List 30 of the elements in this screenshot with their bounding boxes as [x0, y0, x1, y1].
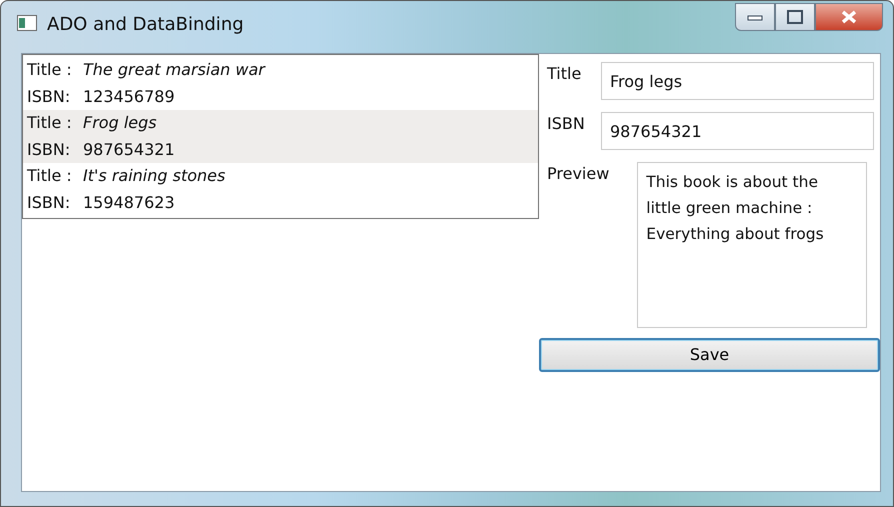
preview-field[interactable]: This book is about the little green machine : Everything about frogs — [637, 162, 868, 328]
list-item[interactable]: Title : It's raining stones ISBN: 159487623 — [23, 163, 538, 216]
close-icon — [840, 10, 858, 24]
field-label: ISBN: — [27, 86, 72, 108]
field-label: Title : — [27, 59, 73, 81]
book-isbn: 159487623 — [83, 192, 175, 212]
field-label: Title : — [27, 165, 73, 187]
field-label: ISBN: — [27, 138, 72, 160]
field-label: ISBN — [547, 113, 586, 135]
list-item[interactable]: Title : The great marsian war ISBN: 123456789 — [23, 57, 538, 110]
field-label: Preview — [547, 163, 610, 185]
maximize-button[interactable] — [775, 3, 815, 31]
isbn-field[interactable]: 987654321 — [601, 112, 874, 150]
field-label: Title — [547, 63, 582, 85]
book-isbn: 123456789 — [83, 86, 175, 106]
minimize-button[interactable] — [735, 3, 775, 31]
minimize-icon — [747, 13, 763, 21]
title-field[interactable]: Frog legs — [601, 62, 874, 100]
maximize-icon — [787, 10, 803, 24]
book-title: The great marsian war — [83, 60, 265, 79]
book-isbn: 987654321 — [83, 140, 175, 158]
save-button[interactable]: Save — [539, 338, 880, 372]
app-icon — [17, 15, 37, 31]
book-title: Frog legs — [83, 113, 157, 132]
field-label: ISBN: — [27, 192, 72, 214]
field-label: Title : — [27, 112, 73, 134]
close-button[interactable] — [815, 3, 883, 31]
book-title: It's raining stones — [83, 166, 226, 185]
window-title: ADO and DataBinding — [47, 13, 244, 37]
list-item[interactable]: Title : Frog legs ISBN: 987654321 — [23, 110, 538, 163]
